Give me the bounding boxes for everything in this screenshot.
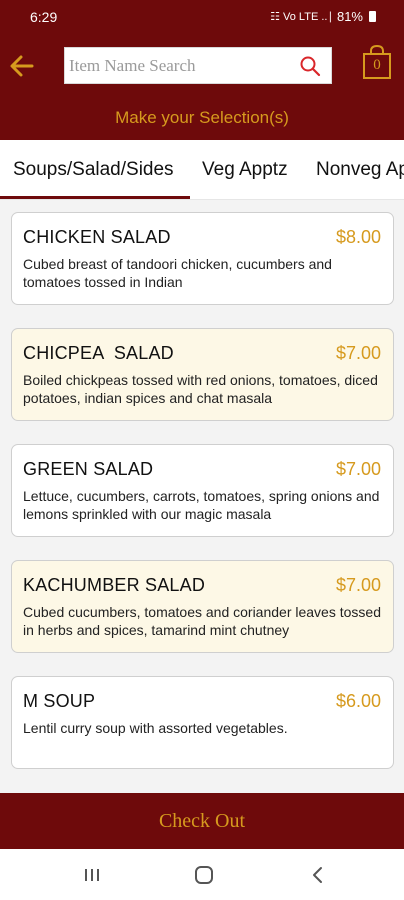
app-header: 0 bbox=[0, 36, 404, 100]
item-name: CHICPEA SALAD bbox=[23, 343, 174, 363]
battery-icon bbox=[369, 11, 376, 22]
item-name: GREEN SALAD bbox=[23, 459, 154, 479]
search-input[interactable] bbox=[69, 48, 289, 83]
item-name: M SOUP bbox=[23, 691, 96, 711]
item-description: Boiled chickpeas tossed with red onions,… bbox=[23, 372, 378, 406]
status-indicators: ☷ Vo LTE ..∣ 81% bbox=[270, 9, 376, 24]
battery-percent: 81% bbox=[336, 9, 363, 24]
checkout-button[interactable]: Check Out bbox=[0, 793, 404, 849]
item-name: CHICKEN SALAD bbox=[23, 227, 171, 247]
recent-apps-icon[interactable] bbox=[80, 863, 104, 887]
item-price: $7.00 bbox=[335, 459, 381, 479]
search-icon[interactable] bbox=[299, 55, 321, 77]
search-box bbox=[64, 47, 332, 84]
system-nav-bar bbox=[0, 849, 404, 900]
menu-item-card[interactable]: M SOUP $6.00 Lentil curry soup with asso… bbox=[11, 676, 394, 769]
item-description: Lettuce, cucumbers, carrots, tomatoes, s… bbox=[23, 488, 380, 522]
cart-count: 0 bbox=[373, 57, 381, 73]
menu-item-card[interactable]: KACHUMBER SALAD $7.00 Cubed cucumbers, t… bbox=[11, 560, 394, 653]
cart-button[interactable]: 0 bbox=[362, 44, 392, 80]
item-price: $7.00 bbox=[335, 575, 381, 595]
home-icon[interactable] bbox=[192, 863, 216, 887]
back-icon[interactable] bbox=[306, 863, 330, 887]
item-price: $7.00 bbox=[335, 343, 381, 363]
status-bar: 6:29 ☷ Vo LTE ..∣ 81% bbox=[0, 0, 404, 36]
status-time: 6:29 bbox=[30, 9, 58, 25]
item-price: $6.00 bbox=[335, 691, 381, 711]
item-description: Lentil curry soup with assorted vegetabl… bbox=[23, 720, 288, 736]
item-price: $8.00 bbox=[335, 227, 381, 247]
menu-item-card[interactable]: CHICPEA SALAD $7.00 Boiled chickpeas tos… bbox=[11, 328, 394, 421]
menu-item-card[interactable]: CHICKEN SALAD $8.00 Cubed breast of tand… bbox=[11, 212, 394, 305]
back-button[interactable] bbox=[8, 52, 36, 80]
tab-soups-salad-sides[interactable]: Soups/Salad/Sides bbox=[13, 140, 174, 200]
item-description: Cubed breast of tandoori chicken, cucumb… bbox=[23, 256, 332, 290]
tab-veg-apptz[interactable]: Veg Apptz bbox=[202, 140, 288, 200]
category-tabs: Soups/Salad/Sides Veg Apptz Nonveg Apptz bbox=[0, 140, 404, 200]
back-arrow-icon bbox=[10, 55, 34, 77]
menu-item-card[interactable]: GREEN SALAD $7.00 Lettuce, cucumbers, ca… bbox=[11, 444, 394, 537]
item-name: KACHUMBER SALAD bbox=[23, 575, 206, 595]
selection-banner: Make your Selection(s) bbox=[0, 100, 404, 140]
signal-icon: ☷ Vo LTE ..∣ bbox=[270, 11, 333, 23]
item-description: Cubed cucumbers, tomatoes and coriander … bbox=[23, 604, 381, 638]
tab-nonveg-apptz[interactable]: Nonveg Apptz bbox=[316, 140, 404, 200]
menu-list[interactable]: CHICKEN SALAD $8.00 Cubed breast of tand… bbox=[0, 200, 404, 793]
